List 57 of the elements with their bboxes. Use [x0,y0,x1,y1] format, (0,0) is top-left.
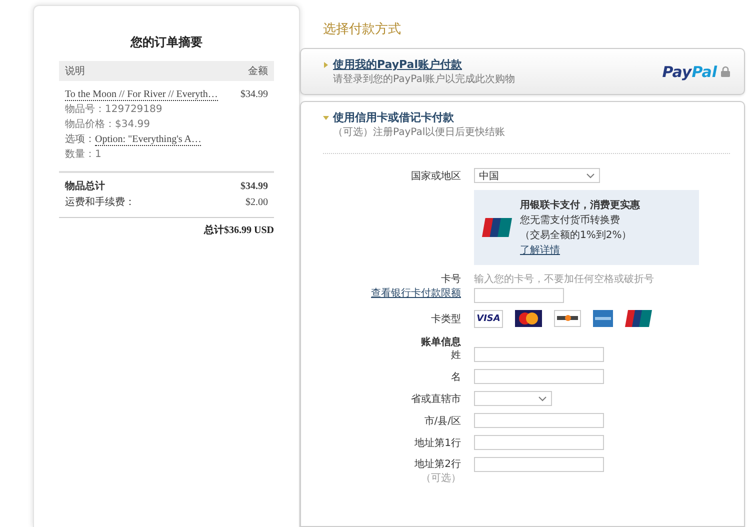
text-field[interactable] [474,413,604,428]
card-option-title[interactable]: 使用信用卡或借记卡付款 [333,110,454,125]
order-total: 总计$36.99 USD [204,224,274,237]
field-label: 省或直辖市 [411,392,461,406]
chevron-down-icon [586,172,595,178]
paypal-logo: PayPal [662,62,717,80]
optional-note: （可选） [421,472,461,485]
subtotal-label: 物品总计 [65,180,105,193]
province-select[interactable] [474,391,552,406]
field-label: 地址第2行 [414,458,461,471]
text-field[interactable] [474,435,604,450]
visa-logo: VISA [474,310,503,328]
card-logo-icon [554,310,581,327]
item-price: $34.99 [240,89,268,100]
triangle-down-icon [323,114,329,120]
promo-text: 您无需支付货币转换费 [520,214,621,227]
item-link[interactable]: To the Moon // For River // Everyth… [65,89,218,101]
field-label: 名 [451,370,461,384]
text-field[interactable] [474,369,604,384]
field-label: 市/县/区 [424,414,461,428]
country-select[interactable]: 中国 [474,168,600,183]
item-detail: 物品价格：$34.99 [65,118,151,131]
section-title: 选择付款方式 [322,21,402,39]
card-logo-icon [482,218,512,237]
shipping-label: 运费和手续费： [65,196,135,209]
text-field[interactable] [474,457,604,472]
field-label: 卡类型 [431,312,461,326]
column-header: 金额 [248,64,268,78]
field-hint: 输入您的卡号，不要加任何空格或破折号 [474,272,654,286]
card-logo-icon [593,310,613,327]
field-label: 国家或地区 [411,170,461,182]
column-header: 说明 [65,65,85,78]
field-label: 卡号 [441,272,461,286]
item-detail: 数量：1 [65,148,102,161]
card-logo-icon [515,310,542,327]
field-label: 地址第1行 [414,436,461,450]
promo-text: （交易全额的1%到2%） [520,228,633,242]
option-link[interactable]: Option: "Everything's A… [95,134,202,146]
learn-more-link[interactable]: 了解详情 [520,243,640,257]
text-field[interactable] [474,347,604,362]
field-label: 姓 [451,348,461,362]
card-number-field[interactable] [474,288,564,303]
chevron-down-icon [538,396,547,402]
lock-icon [721,66,730,77]
detail-label: 选项： [65,132,95,146]
subtotal-value: $34.99 [240,181,268,192]
triangle-right-icon [323,62,329,68]
card-limit-link[interactable]: 查看银行卡付款限额 [371,286,461,300]
summary-title: 您的订单摘要 [129,34,204,51]
promo-title: 用银联卡支付，消费更实惠 [520,198,640,212]
option-subtitle: 请登录到您的PayPal账户以完成此次购物 [332,72,516,86]
option-subtitle: （可选）注册PayPal以便日后更快结账 [332,126,506,139]
card-logo-icon [625,310,652,327]
billing-heading: 账单信息 [421,336,461,349]
paypal-option-link[interactable]: 使用我的PayPal账户付款 [333,57,462,72]
item-detail: 物品号：129729189 [65,103,164,116]
shipping-value: $2.00 [246,197,268,208]
